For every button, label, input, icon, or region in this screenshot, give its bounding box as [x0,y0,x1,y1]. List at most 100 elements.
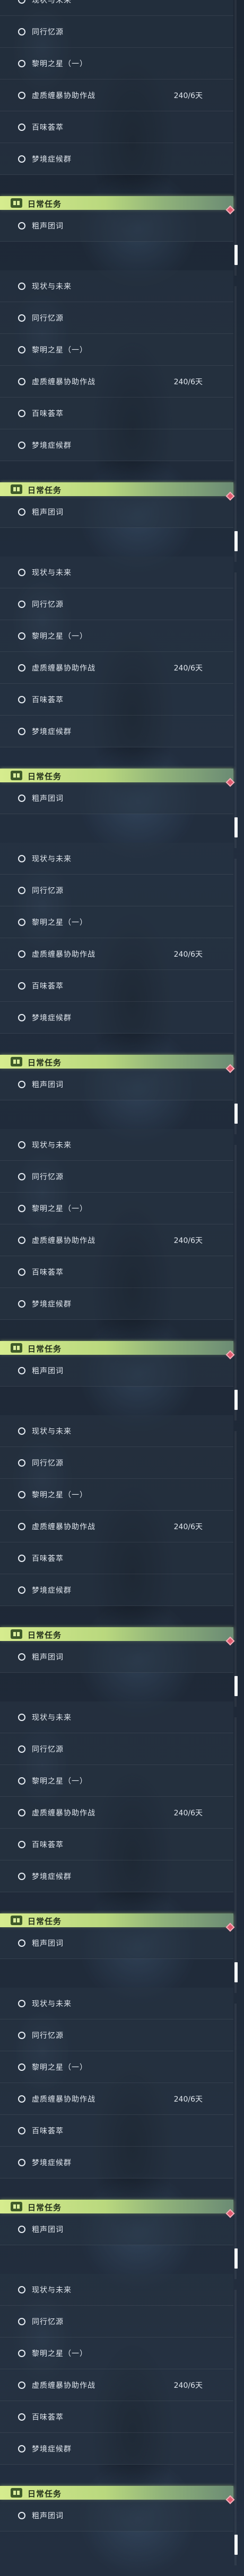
radio-circle-icon[interactable] [18,1490,25,1498]
task-row[interactable]: 同行忆源 [0,875,233,906]
radio-circle-icon[interactable] [18,1809,25,1816]
task-row[interactable]: 百味荟萃 [0,1542,233,1574]
task-row[interactable]: 黎明之星（一） [0,2337,233,2369]
task-row[interactable]: 百味荟萃 [0,970,233,1002]
task-row[interactable]: 梦境症候群 [0,1574,233,1606]
radio-circle-icon[interactable] [18,2127,25,2134]
radio-circle-icon[interactable] [18,1268,25,1276]
scrollbar-track[interactable] [234,1145,237,1421]
radio-circle-icon[interactable] [18,222,25,230]
task-row[interactable]: 同行忆源 [0,1447,233,1479]
task-row[interactable]: 百味荟萃 [0,111,233,143]
task-row[interactable]: 同行忆源 [0,16,233,48]
task-row[interactable]: 黎明之星（一） [0,1765,233,1797]
scrollbar-track[interactable] [234,859,237,1134]
task-row[interactable]: 现状与未来 [0,1415,233,1447]
scrollbar-thumb[interactable] [234,2248,238,2269]
radio-circle-icon[interactable] [18,2413,25,2421]
task-row[interactable]: 粗声团词 [0,1069,233,1100]
task-row[interactable]: 梦境症候群 [0,1288,233,1320]
radio-circle-icon[interactable] [18,2381,25,2389]
radio-circle-icon[interactable] [18,1939,25,1947]
task-row[interactable]: 虚质缠暴协助作战 240/6天 [0,938,233,970]
radio-circle-icon[interactable] [18,314,25,322]
task-row[interactable]: 粗声团词 [0,210,233,242]
task-row[interactable]: 同行忆源 [0,588,233,620]
radio-circle-icon[interactable] [18,155,25,163]
task-row[interactable]: 粗声团词 [0,496,233,528]
task-row[interactable]: 虚质缠暴协助作战 240/6天 [0,1224,233,1256]
daily-tasks-header[interactable]: 日常任务 [0,482,233,496]
radio-circle-icon[interactable] [18,2349,25,2357]
radio-circle-icon[interactable] [18,600,25,608]
task-row[interactable]: 百味荟萃 [0,2401,233,2433]
daily-tasks-header[interactable]: 日常任务 [0,1055,233,1069]
task-row[interactable]: 梦境症候群 [0,143,233,175]
radio-circle-icon[interactable] [18,28,25,36]
radio-circle-icon[interactable] [18,2511,25,2519]
radio-circle-icon[interactable] [18,1554,25,1562]
task-row[interactable]: 虚质缠暴协助作战 240/6天 [0,2369,233,2401]
radio-circle-icon[interactable] [18,1366,25,1374]
radio-circle-icon[interactable] [18,1745,25,1753]
radio-circle-icon[interactable] [18,727,25,735]
radio-circle-icon[interactable] [18,59,25,67]
task-row[interactable]: 粗声团词 [0,1355,233,1387]
task-row[interactable]: 虚质缠暴协助作战 240/6天 [0,80,233,111]
radio-circle-icon[interactable] [18,568,25,576]
radio-circle-icon[interactable] [18,508,25,516]
task-row[interactable]: 黎明之星（一） [0,906,233,938]
radio-circle-icon[interactable] [18,441,25,449]
radio-circle-icon[interactable] [18,1080,25,1088]
task-row[interactable]: 同行忆源 [0,302,233,334]
radio-circle-icon[interactable] [18,695,25,703]
radio-circle-icon[interactable] [18,1141,25,1149]
scrollbar-track[interactable] [234,1717,237,1993]
radio-circle-icon[interactable] [18,2063,25,2071]
radio-circle-icon[interactable] [18,1522,25,1530]
radio-circle-icon[interactable] [18,1236,25,1244]
radio-circle-icon[interactable] [18,632,25,640]
scrollbar-thumb[interactable] [234,1390,238,1410]
task-row[interactable]: 现状与未来 [0,1701,233,1733]
task-row[interactable]: 虚质缠暴协助作战 240/6天 [0,1511,233,1542]
radio-circle-icon[interactable] [18,1300,25,1308]
scrollbar-thumb[interactable] [234,245,238,265]
task-row[interactable]: 黎明之星（一） [0,334,233,366]
radio-circle-icon[interactable] [18,1204,25,1212]
radio-circle-icon[interactable] [18,1586,25,1594]
radio-circle-icon[interactable] [18,2445,25,2453]
radio-circle-icon[interactable] [18,1872,25,1880]
radio-circle-icon[interactable] [18,2031,25,2039]
task-row[interactable]: 同行忆源 [0,1161,233,1193]
radio-circle-icon[interactable] [18,2225,25,2233]
radio-circle-icon[interactable] [18,2317,25,2325]
radio-circle-icon[interactable] [18,1013,25,1021]
task-row[interactable]: 百味荟萃 [0,1829,233,1860]
radio-circle-icon[interactable] [18,794,25,802]
scrollbar-thumb[interactable] [234,1676,238,1696]
radio-circle-icon[interactable] [18,409,25,417]
daily-tasks-header[interactable]: 日常任务 [0,1341,233,1355]
scrollbar-track[interactable] [234,2004,237,2279]
task-row[interactable]: 同行忆源 [0,2306,233,2337]
task-row[interactable]: 梦境症候群 [0,2147,233,2178]
task-row[interactable]: 黎明之星（一） [0,1479,233,1511]
task-row[interactable]: 现状与未来 [0,270,233,302]
task-row[interactable]: 梦境症候群 [0,1002,233,1034]
radio-circle-icon[interactable] [18,1840,25,1848]
task-row[interactable]: 百味荟萃 [0,2115,233,2147]
radio-circle-icon[interactable] [18,2286,25,2293]
task-row[interactable]: 同行忆源 [0,1733,233,1765]
task-row[interactable]: 粗声团词 [0,2213,233,2245]
task-row[interactable]: 粗声团词 [0,2500,233,2531]
task-row[interactable]: 虚质缠暴协助作战 240/6天 [0,652,233,684]
task-row[interactable]: 百味荟萃 [0,1256,233,1288]
radio-circle-icon[interactable] [18,854,25,862]
radio-circle-icon[interactable] [18,0,25,4]
radio-circle-icon[interactable] [18,2095,25,2103]
radio-circle-icon[interactable] [18,1427,25,1435]
task-row[interactable]: 梦境症候群 [0,2433,233,2465]
radio-circle-icon[interactable] [18,1172,25,1180]
daily-tasks-header[interactable]: 日常任务 [0,196,233,210]
